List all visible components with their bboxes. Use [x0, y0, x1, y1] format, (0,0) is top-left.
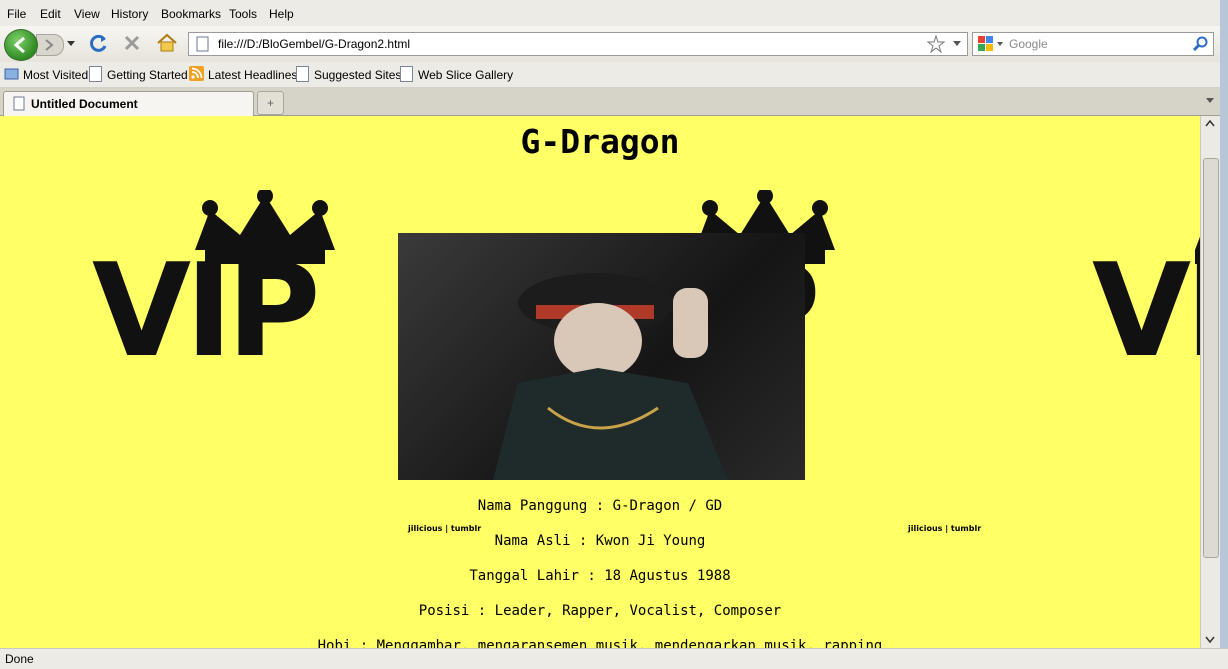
tumblr-watermark: jilicious | tumblr — [908, 524, 982, 533]
info-real-name: Nama Asli : Kwon Ji Young — [494, 533, 706, 549]
reload-icon[interactable] — [89, 33, 109, 53]
status-bar: Done — [0, 648, 1228, 669]
portrait-figure — [493, 273, 728, 480]
menu-bar: File Edit View History Bookmarks Tools H… — [0, 0, 1228, 26]
info-stage-name: Nama Panggung : G-Dragon / GD — [477, 498, 723, 514]
most-visited-icon — [4, 68, 19, 80]
page-content: G-Dragon VIP VIP VIP Nama Panggung : G-D… — [0, 116, 1200, 648]
bookmark-getting-started[interactable]: Getting Started — [107, 68, 188, 82]
tab-untitled-document[interactable]: Untitled Document — [3, 91, 254, 116]
vip-logo: VIP — [92, 237, 320, 386]
tab-list-dropdown-icon[interactable] — [1205, 97, 1215, 105]
stop-icon[interactable] — [123, 34, 141, 52]
menu-help[interactable]: Help — [269, 7, 294, 21]
search-bar[interactable]: Google — [972, 32, 1214, 56]
bookmark-most-visited[interactable]: Most Visited — [23, 68, 88, 82]
page-icon — [13, 96, 25, 111]
search-engine-icon[interactable] — [977, 35, 1005, 53]
vip-logo: VIP — [1092, 237, 1200, 386]
menu-file[interactable]: File — [7, 7, 26, 21]
bookmark-web-slice-gallery[interactable]: Web Slice Gallery — [418, 68, 513, 82]
vertical-scrollbar[interactable] — [1200, 116, 1220, 648]
url-text: file:///D:/BloGembel/G-Dragon2.html — [218, 37, 411, 51]
history-dropdown-icon[interactable] — [66, 40, 76, 48]
menu-view[interactable]: View — [74, 7, 100, 21]
bookmark-latest-headlines[interactable]: Latest Headlines — [208, 68, 297, 82]
menu-history[interactable]: History — [111, 7, 148, 21]
new-tab-button[interactable]: + — [257, 91, 284, 115]
info-birth-date: Tanggal Lahir : 18 Agustus 1988 — [469, 568, 731, 584]
forward-arrow-icon — [45, 39, 54, 51]
back-arrow-icon — [13, 36, 25, 54]
tumblr-watermark: jilicious | tumblr — [408, 524, 482, 533]
url-dropdown-icon[interactable] — [953, 41, 961, 47]
status-text: Done — [5, 652, 34, 666]
menu-tools[interactable]: Tools — [229, 7, 257, 21]
page-icon — [400, 66, 413, 82]
page-heading: G-Dragon — [520, 122, 680, 161]
menu-bookmarks[interactable]: Bookmarks — [161, 7, 221, 21]
rss-feed-icon — [189, 66, 204, 81]
scroll-down-arrow-icon[interactable] — [1205, 634, 1215, 644]
address-bar[interactable]: file:///D:/BloGembel/G-Dragon2.html — [188, 32, 968, 56]
page-icon — [296, 66, 309, 82]
scroll-up-arrow-icon[interactable] — [1205, 119, 1215, 129]
page-icon — [89, 66, 102, 82]
tab-title: Untitled Document — [31, 97, 138, 111]
search-placeholder: Google — [1009, 37, 1048, 51]
g-dragon-photo — [398, 233, 805, 480]
home-icon[interactable] — [156, 33, 178, 53]
forward-button[interactable] — [36, 34, 64, 56]
window-edge — [1220, 0, 1228, 668]
menu-edit[interactable]: Edit — [40, 7, 61, 21]
page-icon — [196, 36, 209, 52]
bookmark-star-icon[interactable] — [927, 35, 945, 53]
bookmark-suggested-sites[interactable]: Suggested Sites — [314, 68, 401, 82]
search-icon[interactable] — [1192, 36, 1208, 52]
info-position: Posisi : Leader, Rapper, Vocalist, Compo… — [418, 603, 782, 619]
scrollbar-thumb[interactable] — [1203, 158, 1219, 558]
back-button[interactable] — [4, 29, 38, 61]
info-hobby: Hobi : Menggambar, mengaransemen musik, … — [317, 638, 883, 648]
